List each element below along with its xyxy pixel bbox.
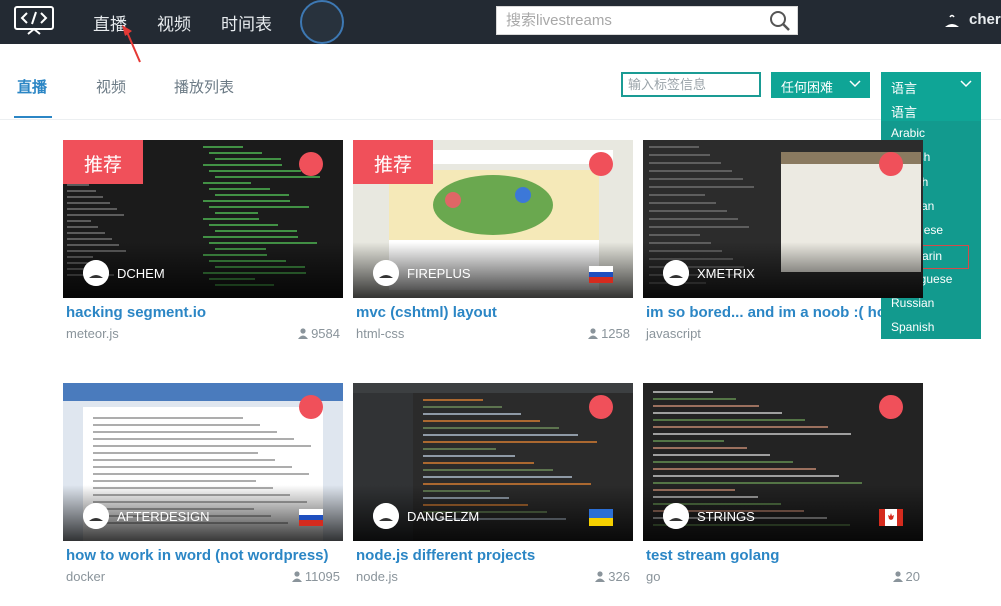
viewer-count-value: 9584: [311, 326, 340, 341]
language-select-label: 语言: [891, 81, 918, 96]
live-indicator-icon: [299, 395, 323, 419]
streamer-avatar[interactable]: [83, 503, 109, 529]
viewer-count: 11095: [291, 569, 340, 584]
viewer-count: 326: [595, 569, 630, 584]
live-indicator-icon: [299, 152, 323, 176]
live-indicator-icon: [879, 152, 903, 176]
streamer-avatar[interactable]: [373, 503, 399, 529]
language-flag-icon: [589, 266, 613, 283]
stream-title[interactable]: im so bored... and im a noob :( holy t: [646, 304, 881, 321]
viewer-count-value: 20: [905, 569, 920, 584]
code-monitor-logo-icon[interactable]: [14, 6, 54, 36]
active-tab-underline: [14, 116, 52, 118]
stream-tag[interactable]: html-css: [356, 326, 404, 341]
stream-title[interactable]: test stream golang: [646, 547, 779, 564]
tab-videos[interactable]: 视频: [96, 76, 126, 97]
streamer-name[interactable]: XMETRIX: [697, 266, 755, 281]
stream-thumbnail[interactable]: STRINGS: [643, 383, 923, 541]
viewer-person-icon: [595, 571, 606, 582]
stream-thumbnail[interactable]: AFTERDESIGN: [63, 383, 343, 541]
streamer-name[interactable]: DANGELZM: [407, 509, 479, 524]
user-name[interactable]: cher: [969, 11, 1001, 28]
featured-badge: 推荐: [63, 140, 143, 184]
streamer-avatar[interactable]: [663, 260, 689, 286]
loading-spinner: [300, 0, 344, 44]
stream-thumbnail[interactable]: XMETRIX: [643, 140, 923, 298]
language-option[interactable]: Spanish: [881, 315, 981, 339]
language-flag-icon: [589, 509, 613, 526]
chevron-down-icon: [960, 80, 972, 88]
user-avatar-icon[interactable]: [942, 11, 962, 31]
tag-input[interactable]: [621, 72, 761, 97]
top-navbar: 直播 视频 时间表 cher: [0, 0, 1001, 44]
difficulty-select-label: 任何困难: [781, 80, 834, 95]
search-box: [496, 6, 798, 35]
viewer-person-icon: [291, 571, 302, 582]
featured-badge: 推荐: [353, 140, 433, 184]
streamer-avatar[interactable]: [663, 503, 689, 529]
stream-title[interactable]: mvc (cshtml) layout: [356, 304, 497, 321]
stream-tag[interactable]: meteor.js: [66, 326, 119, 341]
live-indicator-icon: [589, 395, 613, 419]
language-select[interactable]: 语言: [881, 72, 981, 98]
streamer-name[interactable]: DCHEM: [117, 266, 165, 281]
stream-tag[interactable]: node.js: [356, 569, 398, 584]
streamer-avatar[interactable]: [83, 260, 109, 286]
viewer-count-value: 1258: [601, 326, 630, 341]
viewer-person-icon: [298, 328, 309, 339]
stream-tag[interactable]: docker: [66, 569, 105, 584]
stream-card[interactable]: DANGELZM node.js different projects node.j…: [353, 383, 633, 593]
search-icon[interactable]: [769, 10, 791, 32]
search-input[interactable]: [497, 7, 767, 34]
stream-title[interactable]: how to work in word (not wordpress): [66, 547, 329, 564]
stream-thumbnail[interactable]: 推荐 FIREPLUS: [353, 140, 633, 298]
stream-card[interactable]: XMETRIX im so bored... and im a noob :( h…: [643, 140, 923, 350]
streamer-avatar[interactable]: [373, 260, 399, 286]
viewer-count-value: 326: [608, 569, 630, 584]
chevron-down-icon: [849, 80, 861, 88]
live-indicator-icon: [589, 152, 613, 176]
tab-live[interactable]: 直播: [17, 76, 47, 97]
stream-tag[interactable]: go: [646, 569, 660, 584]
tab-playlists[interactable]: 播放列表: [174, 76, 234, 97]
stream-card[interactable]: AFTERDESIGN how to work in word (not word…: [63, 383, 343, 593]
stream-thumbnail[interactable]: 推荐 DCHEM: [63, 140, 343, 298]
viewer-count: 9584: [298, 326, 340, 341]
viewer-count: 1258: [588, 326, 630, 341]
live-indicator-icon: [879, 395, 903, 419]
difficulty-select[interactable]: 任何困难: [771, 72, 870, 98]
viewer-person-icon: [588, 328, 599, 339]
stream-title[interactable]: hacking segment.io: [66, 304, 206, 321]
nav-schedule[interactable]: 时间表: [221, 10, 272, 35]
viewer-person-icon: [892, 571, 903, 582]
streamer-name[interactable]: FIREPLUS: [407, 266, 471, 281]
stream-title[interactable]: node.js different projects: [356, 547, 535, 564]
language-option[interactable]: 语言: [881, 97, 981, 121]
stream-card[interactable]: 推荐 DCHEM hacking segment.io meteor.js 9584: [63, 140, 343, 350]
language-flag-icon: [879, 509, 903, 526]
viewer-count-value: 11095: [304, 569, 340, 584]
stream-tag[interactable]: javascript: [646, 326, 701, 341]
stream-card[interactable]: 推荐 FIREPLUS mvc (cshtml) layout html-css 125…: [353, 140, 633, 350]
stream-thumbnail[interactable]: DANGELZM: [353, 383, 633, 541]
streamer-name[interactable]: STRINGS: [697, 509, 755, 524]
viewer-count: 20: [892, 569, 920, 584]
streamer-name[interactable]: AFTERDESIGN: [117, 509, 209, 524]
language-flag-icon: [299, 509, 323, 526]
stream-card[interactable]: STRINGS test stream golang go 20: [643, 383, 923, 593]
nav-videos[interactable]: 视频: [157, 10, 191, 35]
